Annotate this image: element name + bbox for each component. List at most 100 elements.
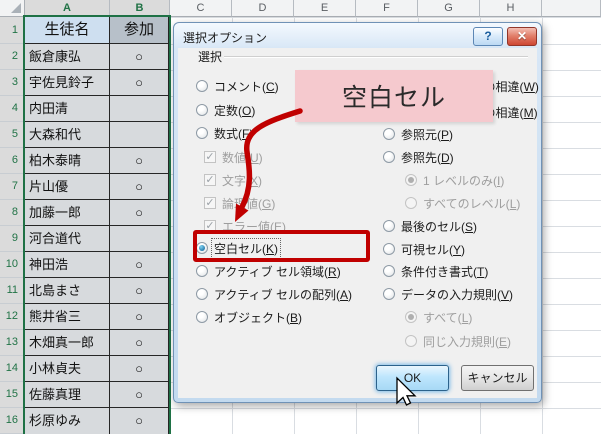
radio-icon (196, 288, 208, 300)
radio-current-region[interactable]: アクティブ セル領域(R) (196, 260, 343, 282)
radio-icon (196, 311, 208, 323)
cell-mark[interactable]: ○ (110, 330, 169, 356)
cell-name[interactable]: 神田浩 (25, 252, 110, 278)
table-header-row: 生徒名 参加 (25, 17, 169, 44)
column-header-f[interactable]: F (356, 0, 418, 17)
column-header-d[interactable]: D (232, 0, 294, 17)
radio-current-array[interactable]: アクティブ セルの配列(A) (196, 283, 354, 305)
close-button[interactable]: ✕ (507, 27, 537, 46)
radio-formulas[interactable]: 数式(F) (196, 122, 255, 144)
row-header-13[interactable]: 13 (0, 330, 25, 356)
radio-dependents[interactable]: 参照先(D) (383, 146, 456, 168)
cell-name[interactable]: 宇佐見鈴子 (25, 70, 110, 96)
cell-name[interactable]: 飯倉康弘 (25, 44, 110, 70)
header-cell-name[interactable]: 生徒名 (25, 17, 110, 44)
cell-mark[interactable] (110, 226, 169, 252)
cell-mark[interactable]: ○ (110, 148, 169, 174)
radio-validation-same-label: 同じ入力規則(E) (423, 334, 512, 349)
cell-name[interactable]: 内田清 (25, 96, 110, 122)
row-header-5[interactable]: 5 (0, 122, 25, 148)
checkbox-logicals: ✓ 論理値(G) (204, 192, 277, 214)
radio-validation-all-label: すべて(L) (423, 310, 473, 325)
cell-mark[interactable]: ○ (110, 356, 169, 382)
row-header-10[interactable]: 10 (0, 252, 25, 278)
table-row: 佐藤真理 ○ (25, 382, 169, 408)
cell-mark[interactable]: ○ (110, 304, 169, 330)
row-header-11[interactable]: 11 (0, 278, 25, 304)
cell-name[interactable]: 河合道代 (25, 226, 110, 252)
cell-name[interactable]: 木畑真一郎 (25, 330, 110, 356)
row-header-8[interactable]: 8 (0, 200, 25, 226)
row-header-15[interactable]: 15 (0, 382, 25, 408)
radio-conditional-formats[interactable]: 条件付き書式(T) (383, 260, 490, 282)
cell-mark[interactable]: ○ (110, 174, 169, 200)
row-header-4[interactable]: 4 (0, 96, 25, 122)
row-header-9[interactable]: 9 (0, 226, 25, 252)
radio-comments-label: コメント(C) (214, 79, 279, 94)
cell-mark[interactable]: ○ (110, 278, 169, 304)
radio-last-cell[interactable]: 最後のセル(S) (383, 215, 479, 237)
radio-selected-icon (405, 174, 417, 186)
radio-current-array-label: アクティブ セルの配列(A) (214, 287, 353, 302)
cell-name[interactable]: 柏木泰晴 (25, 148, 110, 174)
cell-mark[interactable]: ○ (110, 382, 169, 408)
dialog-content: 選択 コメント(C) 定数(O) 数式(F) ✓ 数値(U) ✓ 文字(X) ✓ 論理… (178, 48, 539, 398)
column-header-c[interactable]: C (170, 0, 232, 17)
cell-name[interactable]: 大森和代 (25, 122, 110, 148)
cell-mark[interactable]: ○ (110, 70, 169, 96)
row-header-7[interactable]: 7 (0, 174, 25, 200)
row-header-12[interactable]: 12 (0, 304, 25, 330)
radio-icon (383, 128, 395, 140)
cell-name[interactable]: 熊井省三 (25, 304, 110, 330)
checkbox-checked-icon: ✓ (204, 174, 216, 186)
radio-objects[interactable]: オブジェクト(B) (196, 306, 304, 328)
radio-visible-cells[interactable]: 可視セル(Y) (383, 238, 467, 260)
checkbox-text-label: 文字(X) (222, 173, 263, 188)
radio-data-validation-label: データの入力規則(V) (401, 287, 514, 302)
cell-mark[interactable] (110, 122, 169, 148)
cell-name[interactable]: 小林貞夫 (25, 356, 110, 382)
row-header-6[interactable]: 6 (0, 148, 25, 174)
radio-precedents[interactable]: 参照元(P) (383, 123, 455, 145)
row-header-16[interactable]: 16 (0, 408, 25, 434)
column-header-h[interactable]: H (480, 0, 542, 17)
cell-mark[interactable]: ○ (110, 44, 169, 70)
table-row: 片山優 ○ (25, 174, 169, 200)
row-header-1[interactable]: 1 (0, 17, 25, 44)
column-header-g[interactable]: G (418, 0, 480, 17)
header-cell-mark[interactable]: 参加 (110, 17, 169, 44)
radio-all-levels-label: すべてのレベル(L) (423, 196, 521, 211)
cell-name[interactable]: 片山優 (25, 174, 110, 200)
help-button[interactable]: ? (473, 27, 503, 46)
radio-comments[interactable]: コメント(C) (196, 75, 281, 97)
cell-name[interactable]: 北島まさ (25, 278, 110, 304)
radio-icon (405, 197, 417, 209)
radio-precedents-label: 参照元(P) (401, 127, 454, 142)
table-row: 神田浩 ○ (25, 252, 169, 278)
checkbox-logicals-label: 論理値(G) (222, 196, 276, 211)
column-header-partial[interactable] (542, 0, 601, 17)
radio-icon (383, 151, 395, 163)
checkbox-numbers: ✓ 数値(U) (204, 146, 265, 168)
radio-constants[interactable]: 定数(O) (196, 99, 257, 121)
table-row: 内田清 (25, 96, 169, 122)
cancel-button[interactable]: キャンセル (461, 365, 534, 391)
cell-mark[interactable]: ○ (110, 408, 169, 434)
cell-mark[interactable]: ○ (110, 252, 169, 278)
column-header-e[interactable]: E (294, 0, 356, 17)
table-row: 小林貞夫 ○ (25, 356, 169, 382)
table-row: 熊井省三 ○ (25, 304, 169, 330)
row-header-2[interactable]: 2 (0, 44, 25, 70)
select-all-corner[interactable] (0, 0, 25, 17)
table-row: 北島まさ ○ (25, 278, 169, 304)
row-header-14[interactable]: 14 (0, 356, 25, 382)
cell-mark[interactable]: ○ (110, 200, 169, 226)
cell-mark[interactable] (110, 96, 169, 122)
row-header-3[interactable]: 3 (0, 70, 25, 96)
radio-visible-cells-label: 可視セル(Y) (401, 242, 466, 257)
cell-name[interactable]: 加藤一郎 (25, 200, 110, 226)
cell-name[interactable]: 佐藤真理 (25, 382, 110, 408)
cell-name[interactable]: 杉原ゆみ (25, 408, 110, 434)
radio-data-validation[interactable]: データの入力規則(V) (383, 283, 515, 305)
ok-button[interactable]: OK (376, 365, 449, 391)
